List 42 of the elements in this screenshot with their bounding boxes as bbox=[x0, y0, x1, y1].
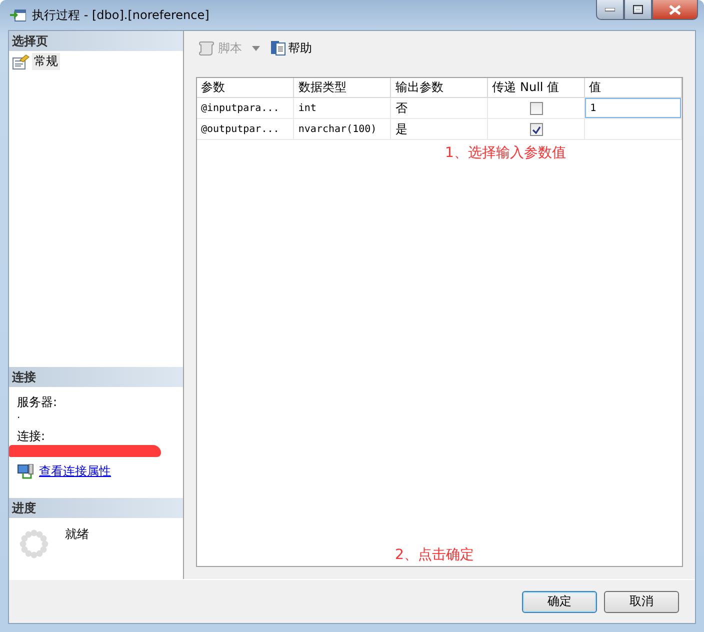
table-cell: @outputpar... bbox=[197, 118, 294, 140]
column-header: 传递 Null 值 bbox=[488, 78, 585, 98]
app-icon bbox=[10, 8, 26, 22]
document-icon bbox=[270, 40, 286, 56]
checkbox[interactable] bbox=[530, 123, 543, 136]
section-header: 进度 bbox=[9, 498, 183, 518]
cancel-button[interactable]: 取消 bbox=[604, 590, 679, 612]
scroll-icon bbox=[198, 40, 216, 56]
check-icon bbox=[532, 126, 541, 134]
minimize-button[interactable] bbox=[596, 0, 624, 20]
table-cell: 是 bbox=[390, 118, 488, 140]
page-icon bbox=[12, 54, 30, 70]
caret-icon bbox=[252, 46, 260, 50]
table-cell: 否 bbox=[390, 98, 488, 118]
maximize-button[interactable] bbox=[624, 0, 652, 20]
page-item[interactable]: 常规 bbox=[32, 53, 60, 70]
column-header: 数据类型 bbox=[294, 78, 391, 98]
annotation-text: 1、选择输入参数值 bbox=[445, 144, 566, 162]
ok-button[interactable]: 确定 bbox=[522, 590, 597, 612]
spinner-icon bbox=[19, 529, 49, 559]
server-value: . bbox=[17, 409, 22, 423]
server-label: 服务器: bbox=[17, 395, 58, 409]
network-computer-icon bbox=[17, 464, 35, 480]
help-button[interactable]: 帮助 bbox=[268, 40, 314, 56]
close-button[interactable] bbox=[652, 0, 698, 20]
column-header: 输出参数 bbox=[390, 78, 488, 98]
checkbox[interactable] bbox=[530, 102, 543, 116]
status-text: 就绪 bbox=[65, 526, 89, 543]
minimize-icon bbox=[605, 8, 615, 12]
value-field[interactable]: 1 bbox=[585, 98, 681, 118]
connection-properties-link[interactable]: 查看连接属性 bbox=[39, 463, 111, 480]
close-icon bbox=[669, 4, 681, 14]
section-header: 选择页 bbox=[9, 31, 183, 51]
table-cell: int bbox=[294, 98, 391, 118]
section-header: 连接 bbox=[9, 367, 183, 387]
column-header: 参数 bbox=[197, 78, 294, 98]
table-cell: @inputpara... bbox=[197, 98, 294, 118]
window-title: 执行过程 - [dbo].[noreference] bbox=[32, 6, 210, 24]
annotation-text: 2、点击确定 bbox=[395, 546, 474, 564]
connection-label: 连接: bbox=[17, 429, 46, 443]
table-cell: nvarchar(100) bbox=[294, 118, 391, 140]
maximize-icon bbox=[633, 5, 643, 14]
